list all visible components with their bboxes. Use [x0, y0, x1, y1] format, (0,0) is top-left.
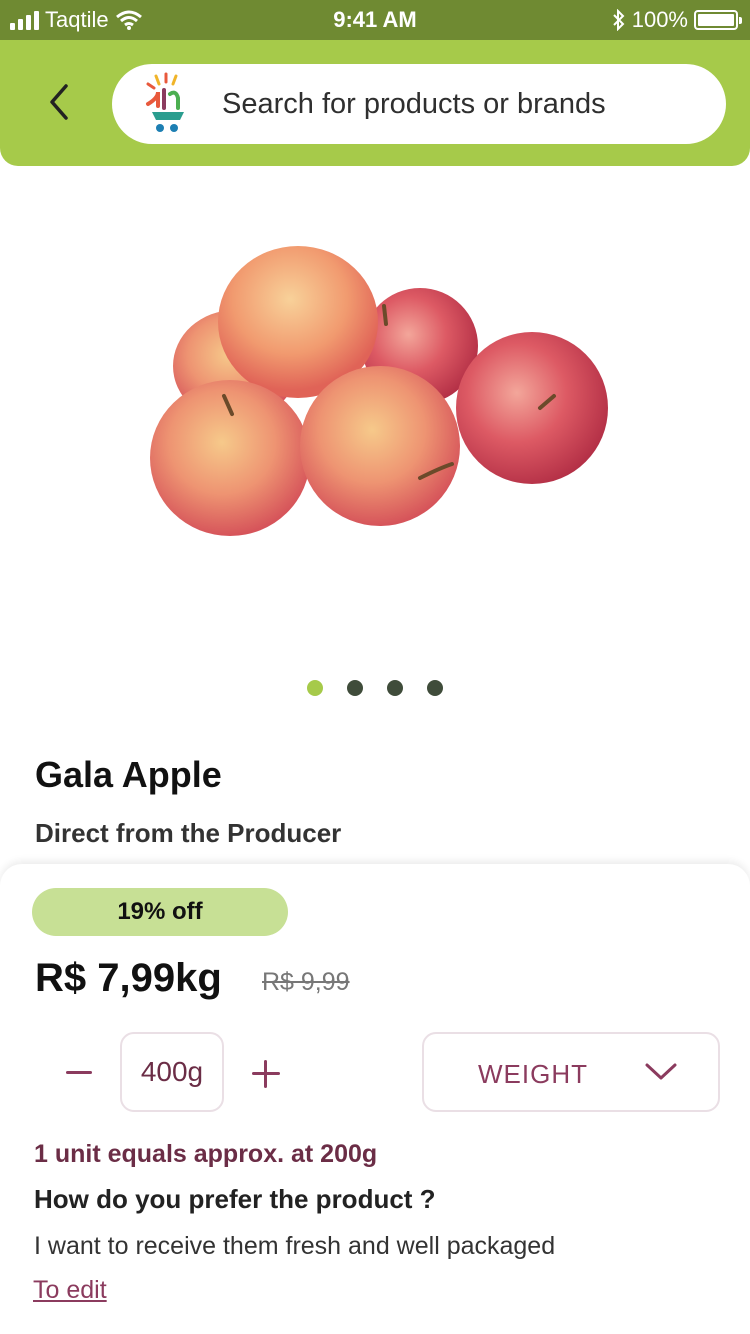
current-price: R$ 7,99kg: [35, 956, 222, 1000]
battery-icon: [694, 10, 742, 30]
unit-select-value: WEIGHT: [478, 1059, 588, 1089]
chevron-left-icon: [50, 84, 68, 120]
carousel-dot[interactable]: [347, 680, 363, 696]
store-logo-icon: [146, 72, 184, 132]
purchase-panel: 19% off R$ 7,99kg R$ 9,99 400g WEIGHT 1 …: [0, 864, 750, 1334]
chevron-down-icon: [645, 1063, 677, 1080]
discount-badge: 19% off: [32, 888, 288, 936]
search-input[interactable]: [220, 86, 694, 122]
unit-select[interactable]: WEIGHT: [422, 1032, 720, 1112]
decrease-quantity-button[interactable]: [60, 1058, 96, 1086]
header: [0, 40, 750, 166]
search-bar[interactable]: [112, 64, 726, 144]
battery-percent: 100%: [631, 7, 688, 32]
product-image: [150, 246, 608, 536]
preference-question: How do you prefer the product ?: [34, 1184, 436, 1214]
preference-answer: I want to receive them fresh and well pa…: [34, 1232, 556, 1260]
bluetooth-icon: [613, 9, 625, 31]
product-title: Gala Apple: [35, 754, 222, 795]
unit-note: 1 unit equals approx. at 200g: [34, 1140, 378, 1168]
product-origin: Direct from the Producer: [35, 818, 342, 848]
old-price: R$ 9,99: [262, 968, 350, 996]
carousel-dot[interactable]: [307, 680, 323, 696]
increase-quantity-button[interactable]: [250, 1058, 282, 1090]
status-right: 100%: [612, 7, 742, 33]
carousel-dot[interactable]: [427, 680, 443, 696]
back-button[interactable]: [38, 78, 78, 126]
edit-preference-link[interactable]: To edit: [33, 1276, 107, 1305]
quantity-field[interactable]: 400g: [120, 1032, 224, 1112]
status-bar: Taqtile 9:41 AM 100%: [0, 0, 750, 40]
carousel-dots: [0, 680, 750, 696]
carousel-dot[interactable]: [387, 680, 403, 696]
